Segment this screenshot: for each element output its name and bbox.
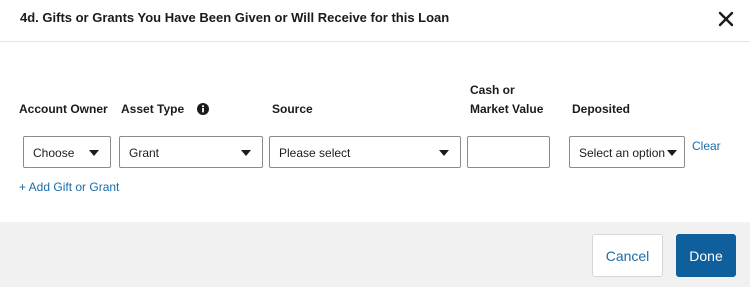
account-owner-value: Choose: [33, 146, 75, 160]
source-value: Please select: [279, 146, 351, 160]
chevron-down-icon: [439, 150, 449, 156]
chevron-down-icon: [241, 150, 251, 156]
deposited-select[interactable]: Select an option: [569, 136, 685, 168]
info-icon[interactable]: [197, 103, 209, 115]
cash-value-input[interactable]: [467, 136, 550, 168]
asset-type-value: Grant: [129, 146, 160, 160]
source-header: Source: [272, 102, 313, 116]
chevron-down-icon: [667, 150, 677, 156]
dialog-title: 4d. Gifts or Grants You Have Been Given …: [20, 10, 450, 25]
dialog-header: 4d. Gifts or Grants You Have Been Given …: [0, 0, 750, 42]
account-owner-header: Account Owner: [19, 102, 108, 116]
chevron-down-icon: [89, 150, 99, 156]
account-owner-select[interactable]: Choose: [23, 136, 111, 168]
close-icon[interactable]: [716, 9, 736, 29]
deposited-value: Select an option: [579, 146, 666, 160]
asset-type-select[interactable]: Grant: [119, 136, 263, 168]
cash-header-line1: Cash or: [470, 83, 515, 97]
deposited-header: Deposited: [572, 102, 631, 116]
add-gift-or-grant-link[interactable]: + Add Gift or Grant: [19, 180, 119, 194]
source-select[interactable]: Please select: [269, 136, 461, 168]
done-button[interactable]: Done: [676, 234, 736, 277]
cash-header-line2: Market Value: [470, 102, 544, 116]
cancel-button[interactable]: Cancel: [592, 234, 663, 277]
asset-type-header: Asset Type: [121, 102, 185, 116]
clear-link[interactable]: Clear: [692, 139, 721, 153]
